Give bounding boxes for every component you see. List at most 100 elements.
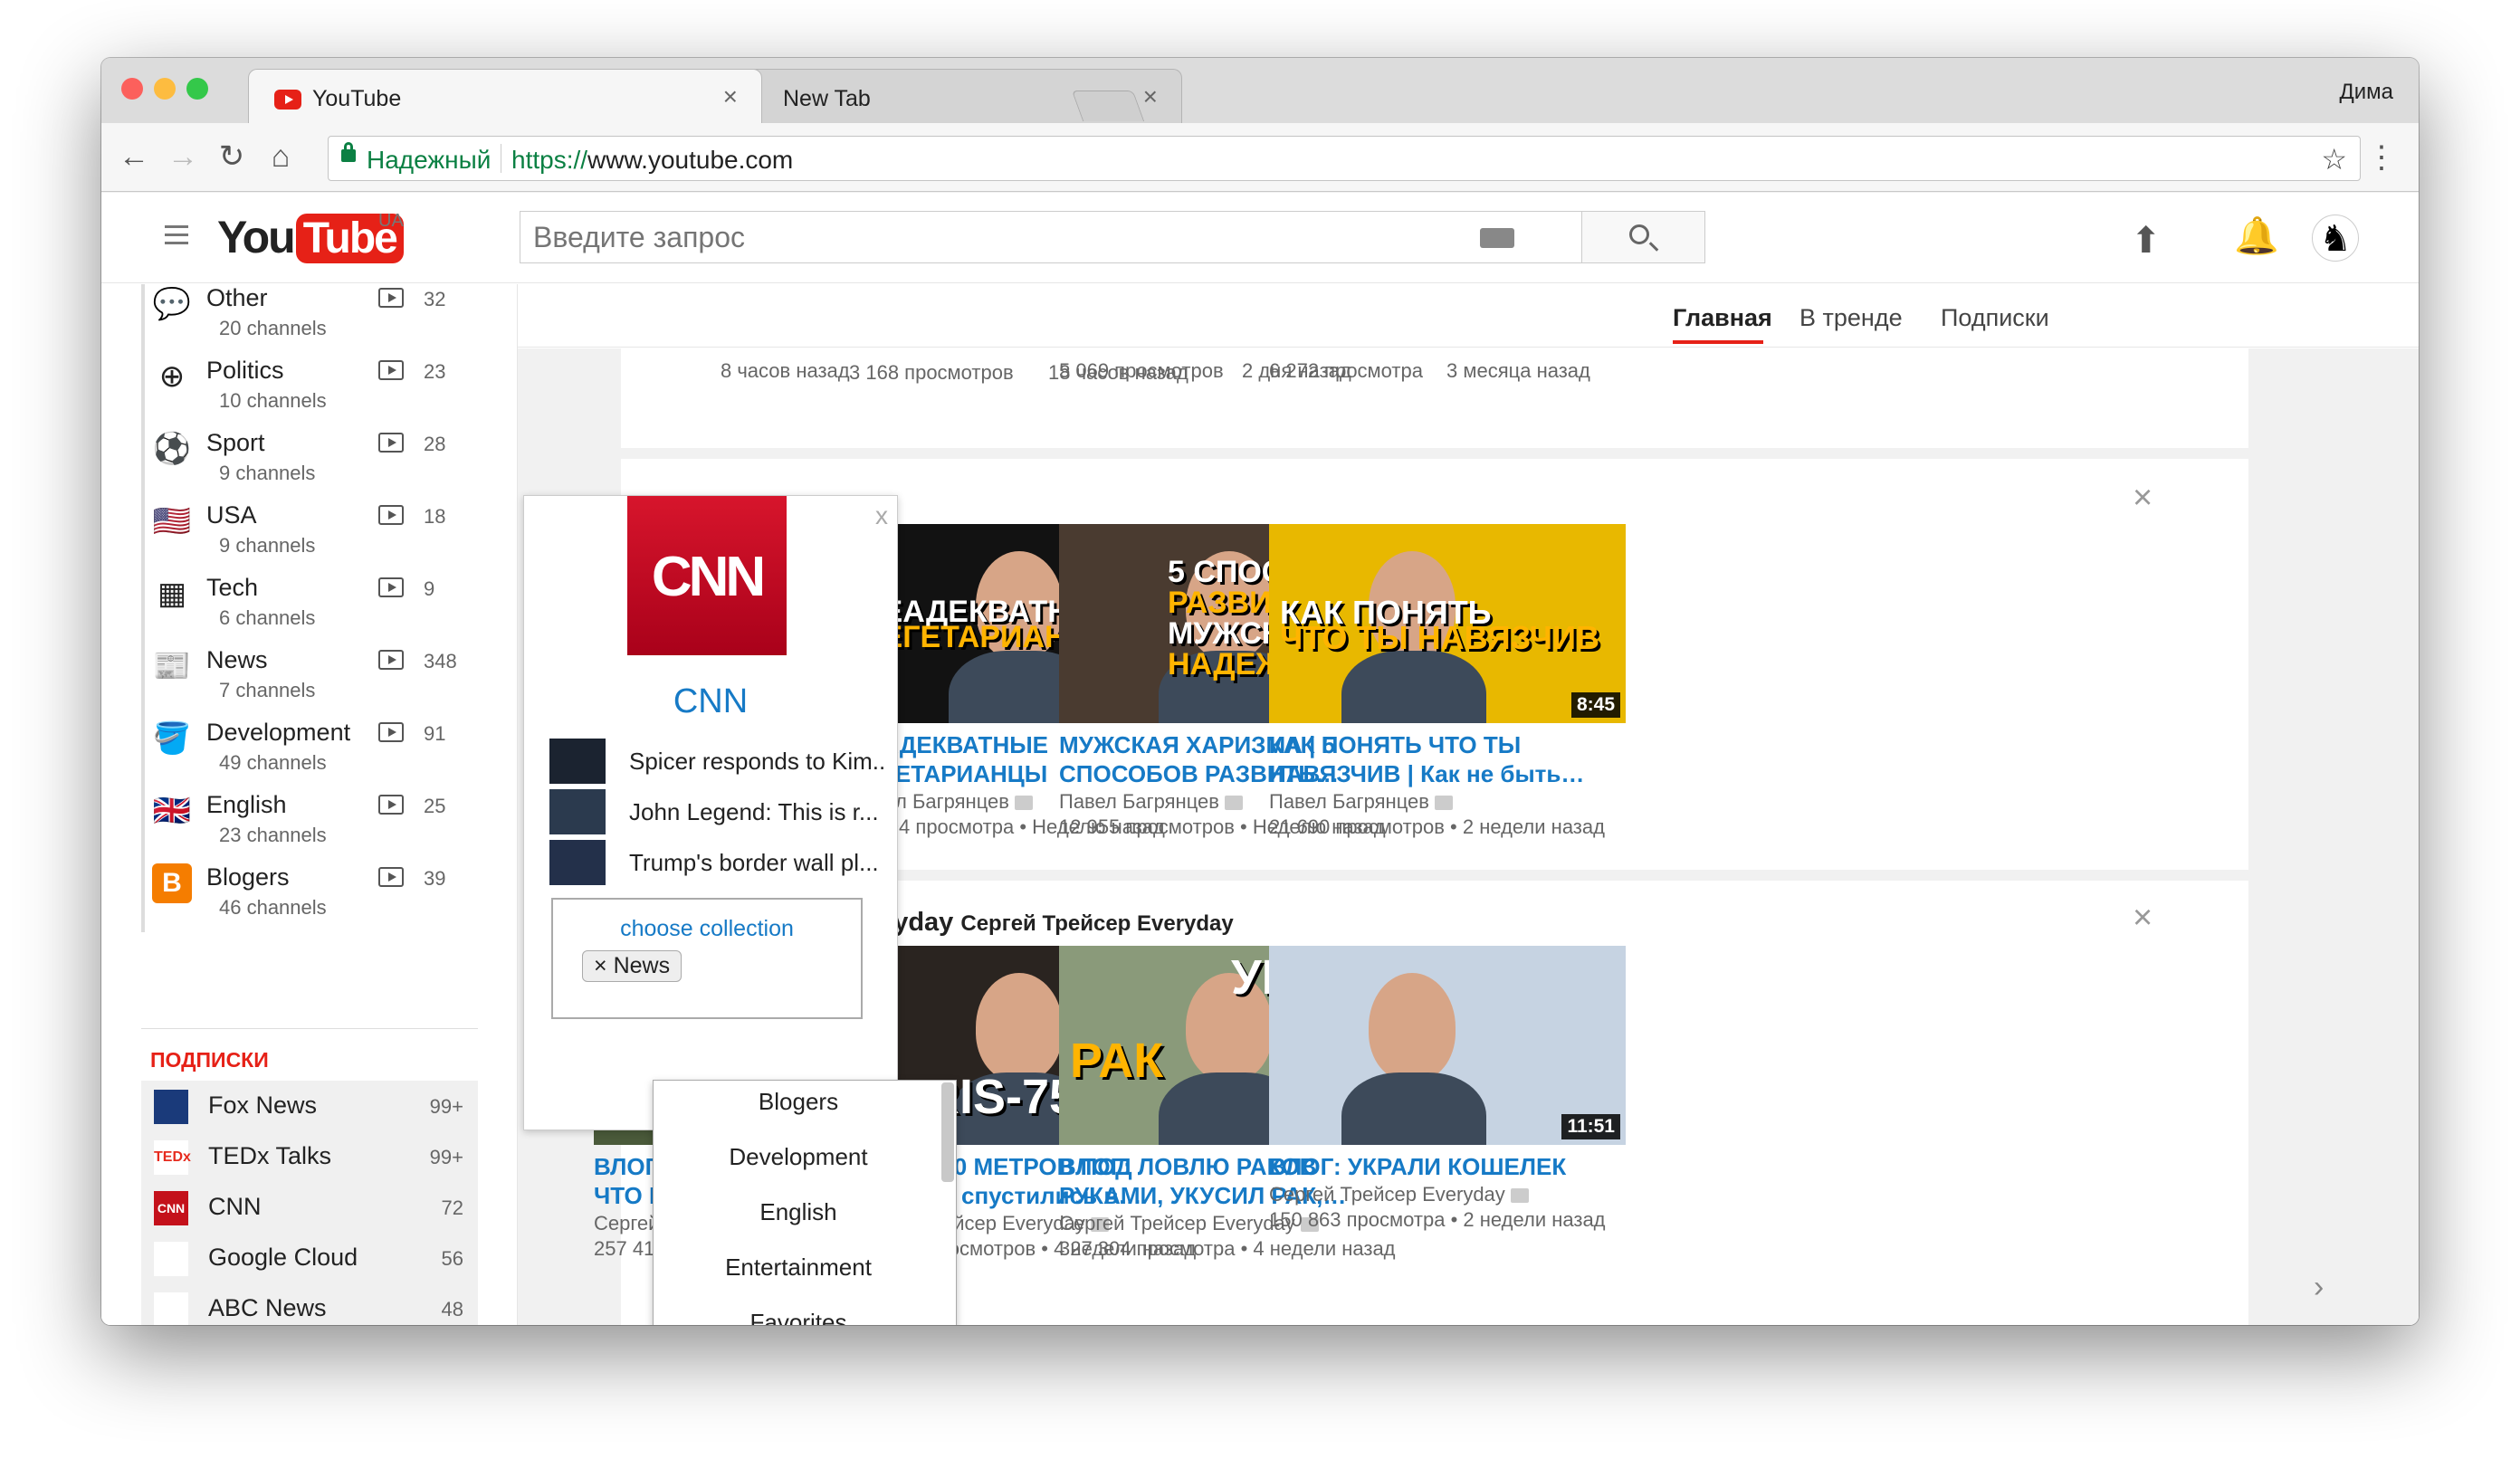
sidebar-collection-sport[interactable]: ⚽ Sport 9 channels 28 — [141, 425, 476, 498]
zoom-window-button[interactable] — [186, 78, 208, 100]
remove-chip-icon[interactable]: × — [594, 953, 607, 978]
sidebar-collection-news[interactable]: 📰 News 7 channels 348 — [141, 643, 476, 715]
play-collection-icon[interactable] — [378, 505, 404, 525]
video-thumbnail[interactable]: 11:51 — [1269, 946, 1626, 1145]
tab-trending[interactable]: В тренде — [1799, 304, 1903, 332]
active-tab-underline — [1673, 340, 1763, 344]
collection-video-count: 91 — [424, 722, 446, 745]
channel-name: Павел Багрянцев — [1269, 790, 1429, 813]
dropdown-option[interactable]: Favorites — [654, 1309, 943, 1325]
person-body — [1341, 651, 1486, 723]
play-collection-icon[interactable] — [378, 795, 404, 815]
close-tab-icon[interactable]: × — [1143, 82, 1158, 111]
back-icon[interactable]: ← — [116, 139, 152, 174]
bookmark-star-icon[interactable]: ☆ — [2321, 142, 2347, 176]
abc-news-icon — [154, 1292, 188, 1325]
video-ago: 2 недели назад — [1463, 1208, 1606, 1231]
youtube-logo[interactable]: You Tube UA — [217, 211, 404, 263]
collection-name: USA — [206, 501, 257, 529]
channel-name[interactable]: CNN — [524, 682, 897, 721]
video-channel[interactable]: Павел Багрянцев — [1269, 790, 1453, 814]
dropdown-scrollbar[interactable] — [941, 1082, 954, 1182]
notifications-bell-icon[interactable]: 🔔 — [2234, 214, 2279, 257]
home-icon[interactable]: ⌂ — [262, 139, 299, 174]
play-collection-icon[interactable] — [378, 433, 404, 453]
collection-bar — [141, 787, 145, 860]
subscription-count: 48 — [441, 1298, 463, 1320]
sidebar-collection-development[interactable]: 🪣 Development 49 channels 91 — [141, 715, 476, 787]
video-thumbnail[interactable]: КАК ПОНЯТЬ ЧТО ТЫ НАВЯЗЧИВ 8:45 — [1269, 524, 1626, 723]
subscription-item[interactable]: Fox News 99+ — [141, 1081, 478, 1131]
play-collection-icon[interactable] — [378, 288, 404, 308]
menu-kebab-icon[interactable]: ⋮ — [2366, 139, 2397, 176]
tab-home[interactable]: Главная — [1673, 304, 1772, 332]
avatar[interactable]: ♞ — [2312, 214, 2359, 262]
reload-icon[interactable]: ↻ — [214, 139, 250, 174]
search-button[interactable] — [1582, 211, 1705, 263]
channel-popup: CNN x CNN Spicer responds to Kim.. John … — [523, 495, 898, 1130]
keyboard-icon[interactable] — [1480, 228, 1514, 248]
sidebar-collection-other[interactable]: 💬 Other 20 channels 32 — [141, 284, 476, 353]
play-collection-icon[interactable] — [378, 360, 404, 380]
forward-icon[interactable]: → — [165, 139, 201, 174]
subscription-count: 56 — [441, 1247, 463, 1270]
video-channel[interactable]: Сергей Трейсер Everyday — [1269, 1183, 1529, 1206]
recent-video[interactable]: Trump's border wall pl... — [549, 840, 893, 885]
close-window-button[interactable] — [121, 78, 143, 100]
video-title[interactable]: ВЛОГ: УКРАЛИ КОШЕЛЕК — [1269, 1152, 1626, 1181]
recent-video[interactable]: Spicer responds to Kim.. — [549, 739, 893, 784]
collection-picker[interactable]: choose collection × News — [551, 898, 863, 1019]
collection-chip[interactable]: × News — [582, 950, 682, 982]
collection-dropdown[interactable]: Blogers Development English Entertainment Fa… — [653, 1080, 957, 1325]
video-views: 150 863 просмотра — [1269, 1208, 1446, 1231]
close-shelf-icon[interactable]: × — [2133, 479, 2152, 518]
dropdown-option[interactable]: Entertainment — [654, 1254, 943, 1282]
close-popup-button[interactable]: x — [875, 501, 888, 530]
new-tab-button[interactable] — [1071, 91, 1145, 121]
dropdown-option[interactable]: English — [654, 1198, 943, 1226]
fox-news-icon — [154, 1090, 188, 1124]
shelf-next-arrow-icon[interactable]: › — [2314, 1270, 2324, 1305]
sidebar-collection-politics[interactable]: ⊕ Politics 10 channels 23 — [141, 353, 476, 425]
separator-dot: • — [1235, 1237, 1254, 1260]
dropdown-option[interactable]: Development — [654, 1143, 943, 1171]
verified-icon — [1014, 796, 1033, 811]
play-collection-icon[interactable] — [378, 722, 404, 742]
close-tab-icon[interactable]: × — [723, 82, 738, 111]
subscription-item[interactable]: Google Cloud 56 — [141, 1233, 478, 1283]
profile-name[interactable]: Дима — [2339, 80, 2393, 105]
tedx-icon: TEDx — [154, 1140, 191, 1175]
play-collection-icon[interactable] — [378, 867, 404, 887]
address-bar[interactable]: Надежный https://www.youtube.com ☆ — [328, 136, 2361, 181]
subscription-item[interactable]: CNN CNN 72 — [141, 1182, 478, 1233]
sidebar-collection-tech[interactable]: ▦ Tech 6 channels 9 — [141, 570, 476, 643]
play-collection-icon[interactable] — [378, 577, 404, 597]
url-text[interactable]: https://www.youtube.com — [511, 146, 793, 175]
search-input[interactable] — [533, 221, 1438, 254]
verified-icon — [1434, 796, 1453, 811]
subscription-item[interactable]: ABC News 48 — [141, 1283, 478, 1325]
collection-bar — [141, 498, 145, 570]
sidebar-collection-usa[interactable]: 🇺🇸 USA 9 channels 18 — [141, 498, 476, 570]
minimize-window-button[interactable] — [154, 78, 176, 100]
video-channel[interactable]: Павел Багрянцев — [1059, 790, 1243, 814]
person-figure — [1369, 973, 1456, 1082]
recent-video[interactable]: John Legend: This is r... — [549, 789, 893, 834]
play-collection-icon[interactable] — [378, 650, 404, 670]
collection-channel-count: 7 channels — [219, 679, 316, 701]
tab-subscriptions[interactable]: Подписки — [1941, 304, 2049, 332]
close-shelf-icon[interactable]: × — [2133, 899, 2152, 938]
dropdown-option[interactable]: Blogers — [654, 1088, 943, 1116]
subscription-item[interactable]: TEDx TEDx Talks 99+ — [141, 1131, 478, 1182]
video-title[interactable]: КАК ПОНЯТЬ ЧТО ТЫ НАВЯЗЧИВ | Как не быть… — [1269, 730, 1626, 788]
guide-menu-icon[interactable] — [165, 225, 188, 250]
sidebar-collection-blogers[interactable]: B Blogers 46 channels 39 — [141, 860, 476, 932]
video-views: 5 069 просмотров — [1059, 359, 1224, 382]
tab-youtube[interactable]: YouTube × — [248, 69, 762, 123]
sidebar-collection-english[interactable]: 🇬🇧 English 23 channels 25 — [141, 787, 476, 860]
bucket-icon: 🪣 — [152, 721, 192, 756]
choose-collection-label[interactable]: choose collection — [553, 916, 861, 942]
upload-icon[interactable]: ⬆ — [2131, 220, 2162, 262]
divider — [141, 1028, 478, 1029]
recent-video-title: John Legend: This is r... — [629, 798, 879, 825]
